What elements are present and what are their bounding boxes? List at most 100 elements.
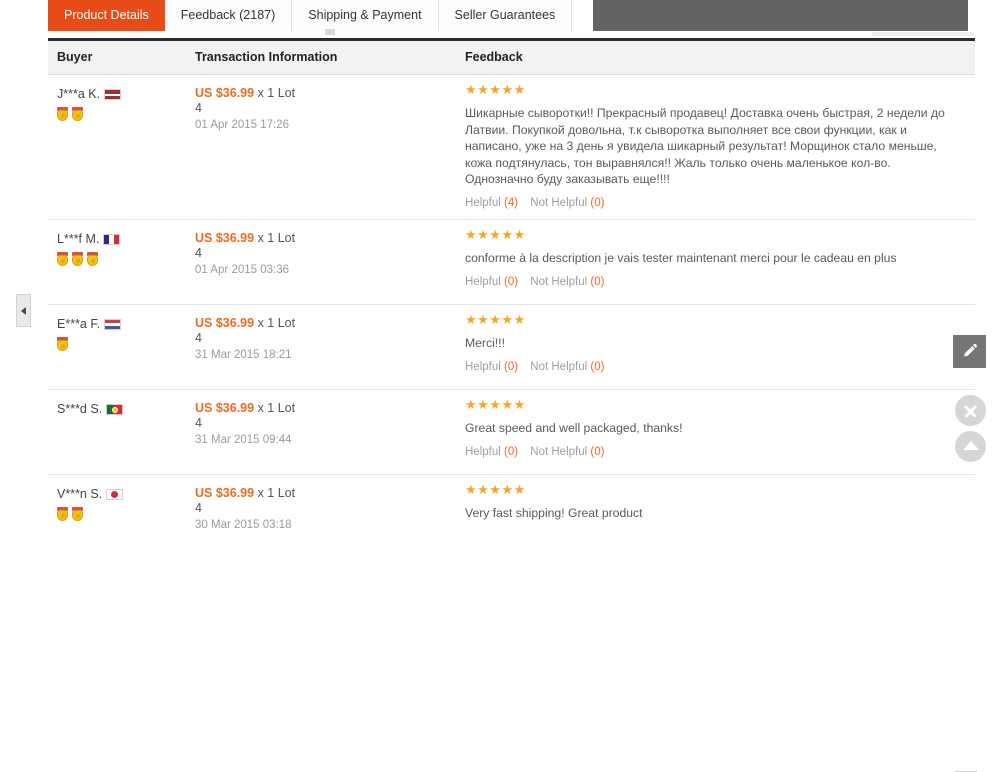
- feedback-table: Buyer Transaction Information Feedback J…: [48, 38, 975, 560]
- buyer-medals: [57, 422, 187, 438]
- helpful-count: (0): [504, 360, 519, 373]
- table-row: J***a K. US $36.99 x 1 Lot 4 01 Apr 2015…: [48, 75, 975, 220]
- transaction-cell: US $36.99 x 1 Lot 4 31 Mar 2015 09:44: [195, 400, 450, 448]
- buyer-cell: J***a K.: [57, 87, 187, 123]
- tab-list: Product Details Feedback (2187) Shipping…: [48, 0, 573, 31]
- feedback-text: Шикарные сыворотки!! Прекрасный продавец…: [465, 106, 945, 186]
- rating-stars: ★★★★★: [465, 312, 526, 327]
- not-helpful-button[interactable]: Not Helpful (0): [530, 276, 604, 288]
- collapse-left-icon: [21, 306, 26, 315]
- price-qty: x 1 Lot: [257, 486, 296, 500]
- medal-icon: [57, 337, 68, 351]
- tab-feedback[interactable]: Feedback (2187): [164, 0, 293, 31]
- scroll-to-top-button[interactable]: [955, 431, 986, 462]
- pencil-icon: [964, 343, 977, 357]
- transaction-date: 01 Apr 2015 17:26: [195, 119, 289, 131]
- rating-stars: ★★★★★: [465, 397, 526, 412]
- medal-icon: [57, 507, 68, 521]
- medal-icon: [87, 252, 98, 266]
- transaction-date: 01 Apr 2015 03:36: [195, 264, 289, 276]
- transaction-cell: US $36.99 x 1 Lot 4 01 Apr 2015 03:36: [195, 230, 450, 278]
- tab-product-details[interactable]: Product Details: [48, 0, 165, 31]
- buyer-name-line: E***a F.: [57, 317, 187, 332]
- column-header-buyer: Buyer: [57, 50, 93, 64]
- helpful-button[interactable]: Helpful (4): [465, 197, 518, 209]
- buyer-cell: V***n S.: [57, 487, 187, 523]
- buyer-medals: [57, 252, 187, 268]
- close-icon: [963, 403, 978, 418]
- rating-stars: ★★★★★: [465, 482, 526, 497]
- buyer-name-line: J***a K.: [57, 87, 187, 102]
- tab-shipping-payment[interactable]: Shipping & Payment: [292, 0, 439, 31]
- buyer-cell: S***d S.: [57, 402, 187, 438]
- japan-flag: [106, 489, 124, 501]
- not-helpful-count: (0): [590, 275, 605, 288]
- feedback-cell: ★★★★★ Very fast shipping! Great product: [465, 483, 965, 522]
- transaction-price-line: US $36.99 x 1 Lot: [195, 315, 450, 331]
- buyer-medals: [57, 507, 187, 523]
- not-helpful-label: Not Helpful: [530, 196, 588, 209]
- column-header-transaction: Transaction Information: [195, 50, 338, 64]
- transaction-cell: US $36.99 x 1 Lot 4 01 Apr 2015 17:26: [195, 85, 450, 133]
- price-qty-overflow: 4: [195, 501, 202, 515]
- transaction-price-line: US $36.99 x 1 Lot: [195, 485, 450, 501]
- helpful-row: Helpful (0) Not Helpful (0): [465, 276, 965, 288]
- not-helpful-count: (0): [590, 196, 605, 209]
- helpful-count: (0): [504, 445, 519, 458]
- buyer-name-line: L***f M.: [57, 232, 187, 247]
- feedback-text: Merci!!!: [465, 336, 505, 350]
- chevron-up-icon: [962, 441, 979, 450]
- helpful-label: Helpful: [465, 196, 501, 209]
- not-helpful-label: Not Helpful: [530, 275, 588, 288]
- close-widget-button[interactable]: [955, 395, 986, 772]
- helpful-row: Helpful (4) Not Helpful (0): [465, 197, 965, 209]
- helpful-count: (0): [504, 275, 519, 288]
- price-qty-overflow: 4: [195, 101, 202, 115]
- transaction-date: 30 Mar 2015 03:18: [195, 519, 292, 531]
- price-qty-overflow: 4: [195, 246, 202, 260]
- transaction-date: 31 Mar 2015 09:44: [195, 434, 292, 446]
- tab-bar-stub-left: [325, 29, 335, 35]
- france-flag: [103, 234, 121, 246]
- rating-stars: ★★★★★: [465, 227, 526, 242]
- buyer-cell: L***f M.: [57, 232, 187, 268]
- feedback-cell: ★★★★★ Great speed and well packaged, tha…: [465, 398, 965, 458]
- helpful-button[interactable]: Helpful (0): [465, 446, 518, 458]
- not-helpful-button[interactable]: Not Helpful (0): [530, 361, 604, 373]
- price-qty: x 1 Lot: [257, 86, 296, 100]
- price-amount: US $36.99: [195, 86, 255, 100]
- helpful-row: Helpful (0) Not Helpful (0): [465, 361, 965, 373]
- portugal-flag: [106, 404, 124, 416]
- tab-bar-underline: [48, 31, 975, 38]
- tab-seller-guarantees[interactable]: Seller Guarantees: [438, 0, 573, 31]
- price-qty-overflow: 4: [195, 416, 202, 430]
- helpful-button[interactable]: Helpful (0): [465, 276, 518, 288]
- price-qty: x 1 Lot: [257, 401, 296, 415]
- buyer-name-line: V***n S.: [57, 487, 187, 502]
- helpful-row: Helpful (0) Not Helpful (0): [465, 446, 965, 458]
- medal-icon: [72, 507, 83, 521]
- not-helpful-button[interactable]: Not Helpful (0): [530, 446, 604, 458]
- price-qty: x 1 Lot: [257, 316, 296, 330]
- product-tab-bar: Product Details Feedback (2187) Shipping…: [0, 0, 1000, 38]
- tab-bar-filler: [593, 0, 968, 31]
- buyer-name: V***n S.: [57, 487, 103, 501]
- not-helpful-button[interactable]: Not Helpful (0): [530, 197, 604, 209]
- price-amount: US $36.99: [195, 316, 255, 330]
- feedback-edit-button[interactable]: [953, 335, 986, 368]
- medal-icon: [57, 252, 68, 266]
- medal-icon: [72, 107, 83, 121]
- sidebar-collapse-handle[interactable]: [16, 294, 31, 327]
- feedback-text: Great speed and well packaged, thanks!: [465, 421, 683, 435]
- price-amount: US $36.99: [195, 401, 255, 415]
- buyer-name-line: S***d S.: [57, 402, 187, 417]
- latvia-flag: [104, 89, 122, 101]
- transaction-date: 31 Mar 2015 18:21: [195, 349, 292, 361]
- not-helpful-count: (0): [590, 445, 605, 458]
- buyer-cell: E***a F.: [57, 317, 187, 353]
- medal-icon: [72, 252, 83, 266]
- buyer-medals: [57, 337, 187, 353]
- price-qty: x 1 Lot: [257, 231, 296, 245]
- feedback-text: conforme à la description je vais tester…: [465, 251, 897, 265]
- helpful-button[interactable]: Helpful (0): [465, 361, 518, 373]
